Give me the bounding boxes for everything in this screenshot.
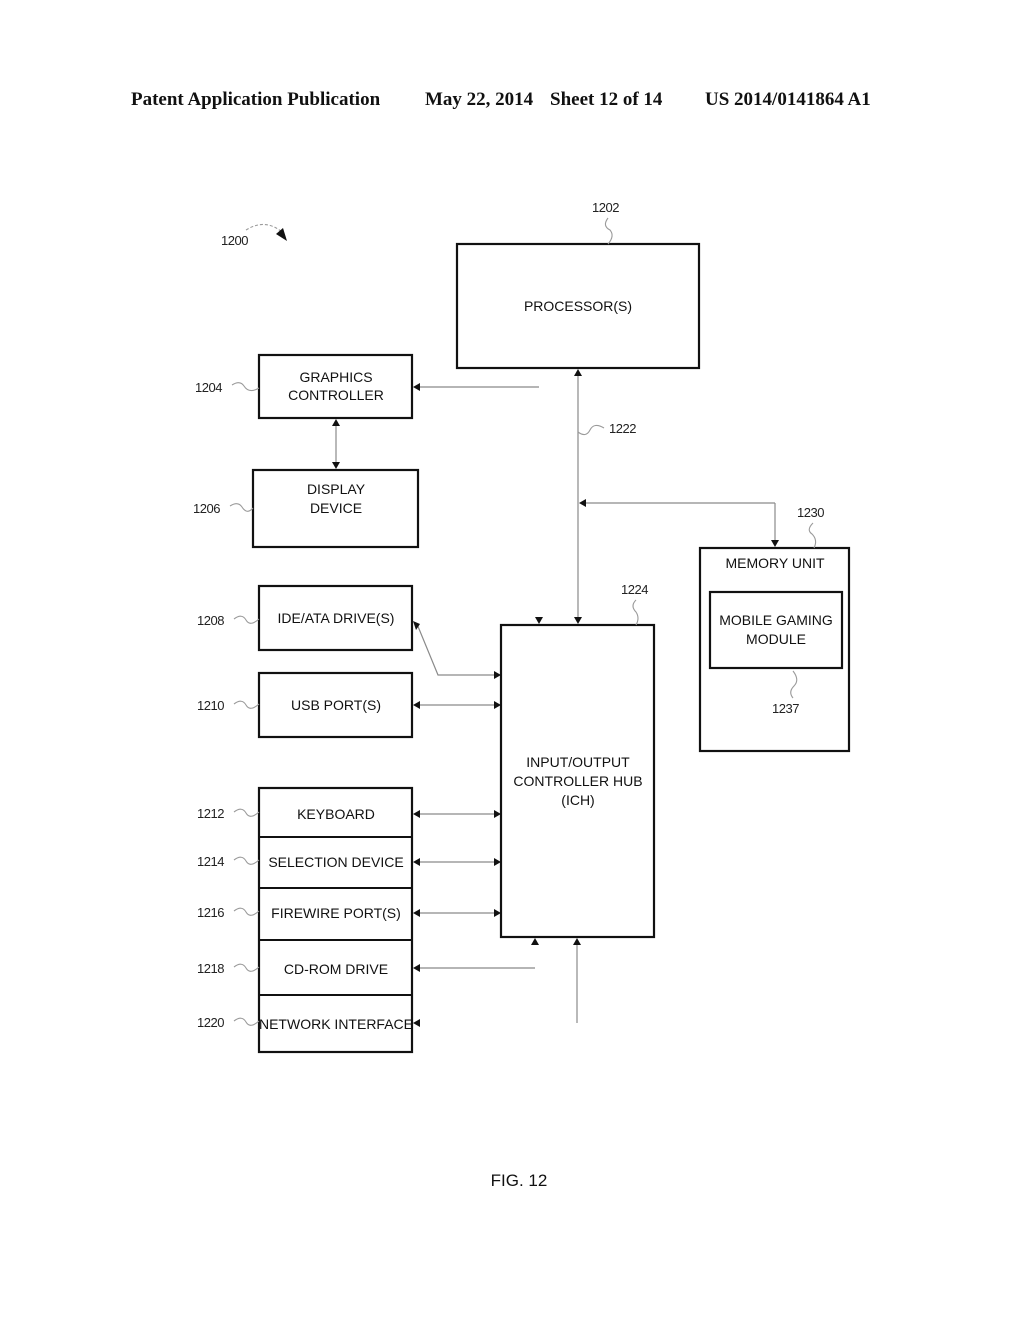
ref-1208-leader (233, 615, 260, 624)
ref-1210: 1210 (197, 698, 224, 713)
gaming-label-1: MOBILE GAMING (719, 612, 833, 628)
arrowhead (413, 858, 420, 866)
arrowhead (531, 938, 539, 945)
network-interface-label: NETWORK INTERFACE (259, 1016, 413, 1032)
ref-1218-leader (233, 963, 260, 972)
arrowhead (535, 617, 543, 624)
arrowhead (413, 383, 420, 391)
figure-label: FIG. 12 (491, 1171, 548, 1190)
ref-1230-leader (808, 522, 817, 549)
usb-ports-block: USB PORT(S) (257, 671, 414, 739)
ide-ata-drive-block: IDE/ATA DRIVE(S) (257, 584, 414, 652)
ref-1214: 1214 (197, 854, 224, 869)
system-pointer-arrowhead (276, 228, 287, 241)
selection-device-label: SELECTION DEVICE (268, 854, 403, 870)
ich-label-2: CONTROLLER HUB (513, 773, 642, 789)
display-device-block: DISPLAY DEVICE (251, 468, 420, 549)
ich-label-3: (ICH) (561, 792, 594, 808)
ide-label: IDE/ATA DRIVE(S) (278, 610, 395, 626)
keyboard-label: KEYBOARD (297, 806, 375, 822)
ref-1212: 1212 (197, 806, 224, 821)
ref-1200: 1200 (221, 233, 248, 248)
arrowhead (332, 419, 340, 426)
ide-ich-link (416, 623, 495, 676)
ref-1222: 1222 (609, 421, 636, 436)
arrowhead (413, 964, 420, 972)
ref-1212-leader (233, 808, 260, 817)
ref-1210-leader (233, 700, 260, 709)
ref-1214-leader (233, 856, 260, 865)
ref-1206-leader (229, 503, 254, 512)
arrowhead (413, 1019, 420, 1027)
gaming-label-2: MODULE (746, 631, 806, 647)
ref-1204: 1204 (195, 380, 222, 395)
memory-label: MEMORY UNIT (725, 555, 824, 571)
ref-1208: 1208 (197, 613, 224, 628)
ref-1216-leader (233, 907, 260, 916)
ref-1220-leader (233, 1017, 260, 1026)
ref-1202: 1202 (592, 200, 619, 215)
ref-1237: 1237 (772, 701, 799, 716)
arrowhead (574, 617, 582, 624)
graphics-label-2: CONTROLLER (288, 387, 384, 403)
ref-1224: 1224 (621, 582, 648, 597)
processor-block: PROCESSOR(S) (455, 242, 701, 370)
system-pointer-curve (245, 223, 283, 233)
ref-1224-leader (632, 599, 639, 626)
display-label-1: DISPLAY (307, 481, 366, 497)
mobile-gaming-module-block: MOBILE GAMING MODULE (708, 590, 844, 670)
arrowhead (413, 810, 420, 818)
ref-1206: 1206 (193, 501, 220, 516)
arrowhead (332, 462, 340, 469)
arrowhead (574, 369, 582, 376)
arrowhead (579, 499, 586, 507)
ref-1216: 1216 (197, 905, 224, 920)
arrowhead (413, 909, 420, 917)
graphics-label-1: GRAPHICS (299, 369, 372, 385)
ref-1218: 1218 (197, 961, 224, 976)
graphics-controller-block: GRAPHICS CONTROLLER (257, 353, 414, 420)
firewire-label: FIREWIRE PORT(S) (271, 905, 401, 921)
display-label-2: DEVICE (310, 500, 362, 516)
arrowhead (771, 540, 779, 547)
ref-1230: 1230 (797, 505, 824, 520)
arrowhead (413, 701, 420, 709)
ref-1222-leader (577, 424, 605, 436)
block-diagram: 1200 PROCESSOR(S) 1202 GRAPHICS CONTROLL… (193, 200, 851, 1190)
ref-1202-leader (604, 217, 613, 245)
ich-block: INPUT/OUTPUT CONTROLLER HUB (ICH) (499, 623, 656, 939)
ich-label-1: INPUT/OUTPUT (526, 754, 630, 770)
cdrom-label: CD-ROM DRIVE (284, 961, 388, 977)
ref-1220: 1220 (197, 1015, 224, 1030)
usb-label: USB PORT(S) (291, 697, 381, 713)
arrowhead (573, 938, 581, 945)
processor-label: PROCESSOR(S) (524, 298, 632, 314)
ref-1204-leader (231, 382, 260, 392)
